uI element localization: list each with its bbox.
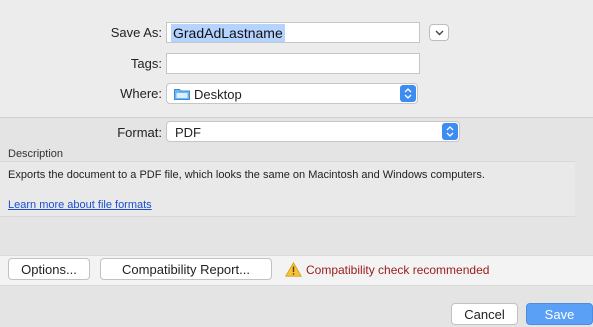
format-popup[interactable]: PDF <box>166 121 460 142</box>
where-popup[interactable]: Desktop <box>166 83 418 104</box>
warning-icon <box>285 262 302 277</box>
description-text: Exports the document to a PDF file, whic… <box>8 169 485 181</box>
save-button[interactable]: Save <box>526 303 593 325</box>
description-box: Exports the document to a PDF file, whic… <box>0 161 575 217</box>
where-value: Desktop <box>194 87 242 102</box>
save-as-value: GradAdLastname <box>171 24 285 42</box>
folder-icon <box>174 89 190 100</box>
tags-label: Tags: <box>130 56 162 71</box>
format-options-panel <box>0 117 593 327</box>
tags-field[interactable] <box>166 53 420 74</box>
compatibility-report-button[interactable]: Compatibility Report... <box>100 258 272 280</box>
compatibility-warning-text: Compatibility check recommended <box>306 263 490 277</box>
description-title: Description <box>8 148 64 160</box>
save-as-field[interactable]: GradAdLastname <box>166 22 420 43</box>
save-as-label: Save As: <box>110 25 162 40</box>
chevron-down-icon <box>435 30 443 35</box>
options-button[interactable]: Options... <box>8 258 90 280</box>
format-label: Format: <box>117 125 162 140</box>
updown-arrows-icon <box>400 85 416 102</box>
format-value: PDF <box>175 125 201 140</box>
updown-arrows-icon <box>442 123 458 140</box>
learn-more-link[interactable]: Learn more about file formats <box>8 199 152 211</box>
cancel-button[interactable]: Cancel <box>451 303 518 325</box>
expand-dialog-button[interactable] <box>429 24 449 41</box>
where-label: Where: <box>120 86 162 101</box>
